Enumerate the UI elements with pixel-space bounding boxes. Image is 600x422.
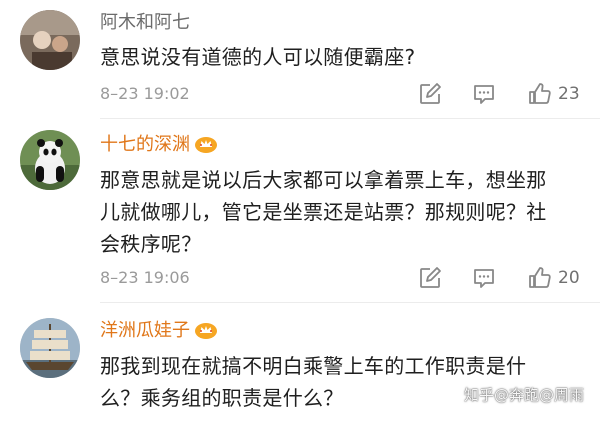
crown-icon (194, 135, 218, 153)
username[interactable]: 阿木和阿七 (100, 12, 190, 34)
timestamp: 8–23 19:06 (100, 268, 190, 287)
avatar[interactable] (20, 10, 80, 70)
speech-bubble-icon[interactable] (472, 266, 496, 290)
speech-bubble-icon[interactable] (472, 82, 496, 106)
comment-text-line: 那我到现在就搞不明白乘警上车的工作职责是什 (100, 354, 527, 378)
divider (100, 118, 600, 119)
thumbs-up-icon[interactable] (528, 266, 552, 290)
username-text: 洋洲瓜娃子 (100, 320, 190, 341)
username[interactable]: 十七的深渊 (100, 134, 218, 156)
username[interactable]: 洋洲瓜娃子 (100, 320, 218, 342)
comment-text-line: 儿就做哪儿，管它是坐票还是站票？那规则呢？社 (100, 200, 547, 224)
comment-text-line: 会秩序呢？ (100, 232, 202, 256)
comment-meta: 8–23 19:06 20 (0, 264, 600, 292)
watermark: 知乎@奔跑@周雨 (463, 386, 584, 404)
comment-meta: 8–23 19:02 23 (0, 80, 600, 108)
comment-text: 意思说没有道德的人可以随便霸座? (100, 41, 590, 73)
like-count: 23 (558, 84, 580, 104)
comment-text-line: 那意思就是说以后大家都可以拿着票上车，想坐那 (100, 168, 547, 192)
divider (100, 302, 600, 303)
edit-square-icon[interactable] (418, 82, 442, 106)
avatar[interactable] (20, 318, 80, 378)
comment-text: 那意思就是说以后大家都可以拿着票上车，想坐那 儿就做哪儿，管它是坐票还是站票？那… (100, 164, 590, 260)
like-count: 20 (558, 268, 580, 288)
edit-square-icon[interactable] (418, 266, 442, 290)
comment-text-line: 意思说没有道德的人可以随便霸座? (100, 45, 416, 69)
avatar[interactable] (20, 130, 80, 190)
timestamp: 8–23 19:02 (100, 84, 190, 103)
crown-icon (194, 321, 218, 339)
thumbs-up-icon[interactable] (528, 82, 552, 106)
username-text: 十七的深渊 (100, 134, 190, 155)
